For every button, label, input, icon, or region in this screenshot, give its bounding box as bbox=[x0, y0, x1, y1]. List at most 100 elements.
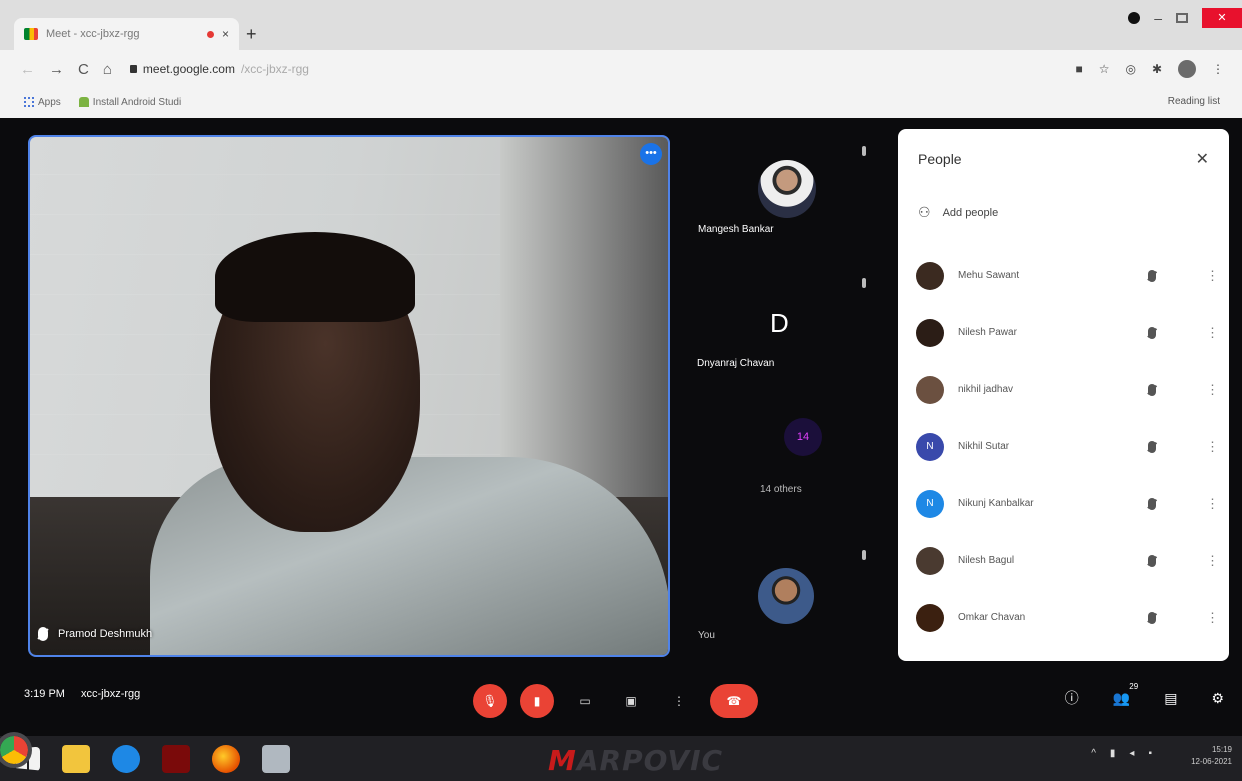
meet-stage: ••• Pramod Deshmukh Mangesh Bankar D Dny… bbox=[0, 118, 1242, 736]
flash-app-icon[interactable] bbox=[162, 744, 190, 773]
window-controls: – ✕ bbox=[1128, 8, 1242, 28]
chat-icon[interactable]: ▤ bbox=[1164, 690, 1177, 707]
browser-toolbar: ← → C ⌂ meet.google.com/xcc-jbxz-rgg ■ ☆… bbox=[0, 50, 1242, 88]
reload-button[interactable]: C bbox=[78, 61, 89, 78]
url-host: meet.google.com bbox=[142, 62, 235, 76]
more-options-icon[interactable]: ⋮ bbox=[1206, 553, 1219, 569]
browser-tab-meet[interactable]: Meet - xcc-jbxz-rgg × bbox=[14, 18, 239, 50]
more-options-icon[interactable]: ⋮ bbox=[1206, 439, 1219, 455]
captions-button[interactable]: ▭ bbox=[568, 684, 602, 718]
address-bar[interactable]: meet.google.com/xcc-jbxz-rgg bbox=[129, 62, 309, 76]
list-item[interactable]: Nilesh Pawar ⋮ bbox=[916, 304, 1219, 361]
more-options-icon[interactable]: ⋮ bbox=[1206, 268, 1219, 284]
leave-call-button[interactable]: ☎ bbox=[710, 684, 758, 718]
others-label: 14 others bbox=[760, 484, 802, 495]
tab-strip: Meet - xcc-jbxz-rgg × + – ✕ bbox=[0, 0, 1242, 50]
minimize-button[interactable]: – bbox=[1154, 10, 1162, 26]
profile-avatar[interactable] bbox=[1178, 60, 1196, 78]
tile-options-button[interactable]: ••• bbox=[640, 143, 662, 165]
app-icon[interactable] bbox=[262, 744, 290, 773]
recording-dot-icon bbox=[206, 30, 214, 38]
tab-title: Meet - xcc-jbxz-rgg bbox=[46, 28, 140, 40]
participant-name: Nilesh Pawar bbox=[958, 327, 1017, 338]
more-options-icon[interactable]: ⋮ bbox=[1206, 496, 1219, 512]
camera-toggle-button[interactable]: ▮ bbox=[520, 684, 554, 718]
self-name: You bbox=[698, 630, 715, 641]
mic-off-icon bbox=[38, 627, 48, 641]
activities-icon[interactable]: ⚙ bbox=[1211, 690, 1224, 707]
tab-close-button[interactable]: × bbox=[222, 27, 229, 41]
participant-name: Omkar Chavan bbox=[958, 612, 1026, 623]
video-background bbox=[500, 137, 668, 507]
back-button[interactable]: ← bbox=[20, 61, 35, 78]
list-item[interactable]: N Nikhil Sutar ⋮ bbox=[916, 418, 1219, 475]
apps-grid-icon bbox=[24, 96, 34, 107]
maximize-button[interactable] bbox=[1176, 13, 1188, 23]
others-count-badge: 14 bbox=[784, 418, 822, 456]
chrome-icon[interactable] bbox=[0, 732, 32, 768]
more-options-button[interactable]: ⋮ bbox=[662, 684, 696, 718]
file-explorer-icon[interactable] bbox=[62, 744, 90, 773]
toolbar-extensions: ■ ☆ ◎ ✱ ⋮ bbox=[1075, 60, 1224, 78]
new-tab-button[interactable]: + bbox=[246, 24, 257, 45]
network-icon[interactable]: ▮ bbox=[1110, 748, 1116, 759]
browser-menu-icon[interactable]: ⋮ bbox=[1212, 62, 1224, 76]
home-button[interactable]: ⌂ bbox=[103, 61, 112, 78]
participant-count: 29 bbox=[1129, 681, 1139, 691]
participant-name: Mehu Sawant bbox=[958, 270, 1020, 281]
more-options-icon[interactable]: ⋮ bbox=[1206, 325, 1219, 341]
list-item[interactable]: Mehu Sawant ⋮ bbox=[916, 247, 1219, 304]
extension-icon[interactable]: ◎ bbox=[1125, 62, 1135, 76]
mic-off-icon bbox=[1148, 611, 1156, 624]
mic-off-icon bbox=[1148, 554, 1156, 567]
firefox-icon[interactable] bbox=[212, 744, 240, 773]
close-panel-button[interactable]: ✕ bbox=[1196, 149, 1209, 169]
mic-off-icon bbox=[1148, 497, 1156, 510]
puzzle-icon[interactable]: ✱ bbox=[1152, 62, 1162, 76]
mic-toggle-button[interactable]: 🎙 bbox=[473, 684, 507, 718]
bookmark-apps[interactable]: Apps bbox=[24, 97, 61, 108]
clock-time: 15:19 bbox=[1211, 745, 1232, 754]
meeting-code: xcc-jbxz-rgg bbox=[80, 688, 141, 700]
avatar-initial: D bbox=[770, 308, 789, 338]
speaker-caption: Pramod Deshmukh bbox=[38, 627, 152, 641]
meeting-details: 3:19 PM xcc-jbxz-rgg bbox=[24, 688, 140, 700]
meet-control-bar: 3:19 PM xcc-jbxz-rgg 🎙 ▮ ▭ ▣ ⋮ ☎ ⓘ 👥 29 ▤… bbox=[0, 676, 1242, 736]
people-icon: 👥 bbox=[1112, 689, 1131, 706]
more-options-icon[interactable]: ⋮ bbox=[1206, 382, 1219, 398]
list-item[interactable]: nikhil jadhav ⋮ bbox=[916, 361, 1219, 418]
avatar bbox=[916, 261, 944, 290]
list-item[interactable]: N Nikunj Kanbalkar ⋮ bbox=[916, 475, 1219, 532]
system-tray: ^ ▮ ◂ ▪ bbox=[1091, 748, 1152, 759]
main-video-tile[interactable]: ••• Pramod Deshmukh bbox=[28, 135, 670, 657]
avatar bbox=[758, 568, 814, 624]
info-icon[interactable]: ⓘ bbox=[1065, 688, 1079, 708]
reading-list-button[interactable]: Reading list bbox=[1168, 96, 1220, 107]
lock-icon bbox=[129, 65, 137, 73]
tile-mic-icon bbox=[862, 146, 866, 156]
mic-off-icon bbox=[1148, 440, 1156, 453]
forward-button[interactable]: → bbox=[49, 61, 64, 78]
list-item[interactable]: Omkar Chavan ⋮ bbox=[916, 589, 1219, 646]
bookmark-android-studio[interactable]: Install Android Studi bbox=[78, 97, 181, 108]
more-options-icon[interactable]: ⋮ bbox=[1206, 610, 1219, 626]
battery-icon[interactable]: ▪ bbox=[1148, 748, 1152, 759]
camera-indicator-icon[interactable]: ■ bbox=[1075, 62, 1082, 76]
volume-icon[interactable]: ◂ bbox=[1129, 748, 1134, 759]
avatar: N bbox=[916, 489, 944, 518]
profile-dot-icon bbox=[1128, 12, 1141, 24]
browser-edge-icon[interactable] bbox=[112, 744, 140, 773]
avatar bbox=[916, 318, 944, 347]
tray-arrow-icon[interactable]: ^ bbox=[1091, 748, 1096, 759]
present-button[interactable]: ▣ bbox=[614, 684, 648, 718]
window-close-button[interactable]: ✕ bbox=[1202, 8, 1242, 28]
people-button[interactable]: 👥 29 bbox=[1112, 682, 1138, 707]
tile-mic-icon bbox=[862, 550, 866, 560]
bookmark-star-icon[interactable]: ☆ bbox=[1099, 62, 1110, 76]
mic-off-icon bbox=[1148, 269, 1156, 282]
url-path: /xcc-jbxz-rgg bbox=[240, 62, 309, 76]
add-people-button[interactable]: ⚇ Add people bbox=[918, 204, 998, 221]
system-clock[interactable]: 15:19 12-06-2021 bbox=[1191, 744, 1232, 768]
list-item[interactable]: Nilesh Bagul ⋮ bbox=[916, 532, 1219, 589]
taskbar: MARPOVIC ^ ▮ ◂ ▪ 15:19 12-06-2021 bbox=[0, 732, 1242, 781]
